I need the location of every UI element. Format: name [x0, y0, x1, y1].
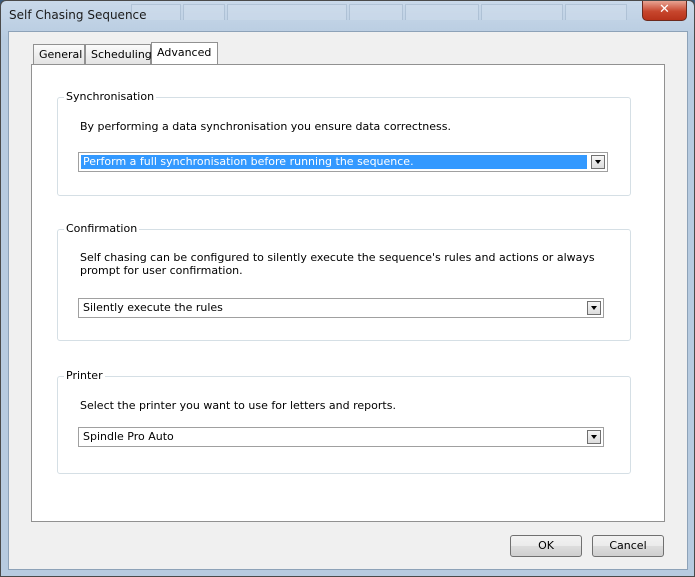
- synchronisation-group: Synchronisation By performing a data syn…: [57, 90, 631, 196]
- group-title: Synchronisation: [64, 90, 157, 103]
- chevron-down-icon[interactable]: [591, 155, 605, 169]
- chevron-down-icon[interactable]: [587, 301, 601, 315]
- tab-scheduling[interactable]: Scheduling: [85, 44, 152, 64]
- confirmation-dropdown[interactable]: Silently execute the rules: [78, 298, 604, 318]
- tab-general[interactable]: General: [33, 44, 85, 64]
- dropdown-value: Silently execute the rules: [83, 301, 223, 314]
- dialog-window: Self Chasing Sequence ✕ General Scheduli…: [0, 0, 695, 577]
- background-window-tabs: [131, 4, 641, 20]
- confirmation-description: Self chasing can be configured to silent…: [80, 251, 595, 277]
- tab-advanced[interactable]: Advanced: [151, 42, 218, 64]
- tab-label: General: [39, 48, 83, 61]
- close-button[interactable]: ✕: [642, 1, 687, 21]
- ok-button[interactable]: OK: [510, 535, 582, 557]
- dialog-client-area: General Scheduling Advanced Synchronisat…: [8, 31, 688, 570]
- advanced-tab-panel: Synchronisation By performing a data syn…: [31, 64, 665, 522]
- confirmation-group: Confirmation Self chasing can be configu…: [57, 222, 631, 341]
- window-title: Self Chasing Sequence: [9, 8, 147, 22]
- close-icon: ✕: [659, 2, 670, 17]
- group-title: Confirmation: [64, 222, 140, 235]
- printer-description: Select the printer you want to use for l…: [80, 399, 396, 412]
- printer-group: Printer Select the printer you want to u…: [57, 369, 631, 474]
- printer-dropdown[interactable]: Spindle Pro Auto: [78, 427, 604, 447]
- dropdown-value: Spindle Pro Auto: [83, 430, 174, 443]
- synchronisation-description: By performing a data synchronisation you…: [80, 120, 451, 133]
- title-bar[interactable]: Self Chasing Sequence ✕: [1, 1, 694, 29]
- group-title: Printer: [64, 369, 105, 382]
- tab-label: Scheduling: [91, 48, 152, 61]
- chevron-down-icon[interactable]: [587, 430, 601, 444]
- dropdown-value: Perform a full synchronisation before ru…: [81, 155, 587, 169]
- cancel-button[interactable]: Cancel: [592, 535, 664, 557]
- synchronisation-dropdown[interactable]: Perform a full synchronisation before ru…: [78, 152, 608, 172]
- tab-label: Advanced: [157, 46, 212, 59]
